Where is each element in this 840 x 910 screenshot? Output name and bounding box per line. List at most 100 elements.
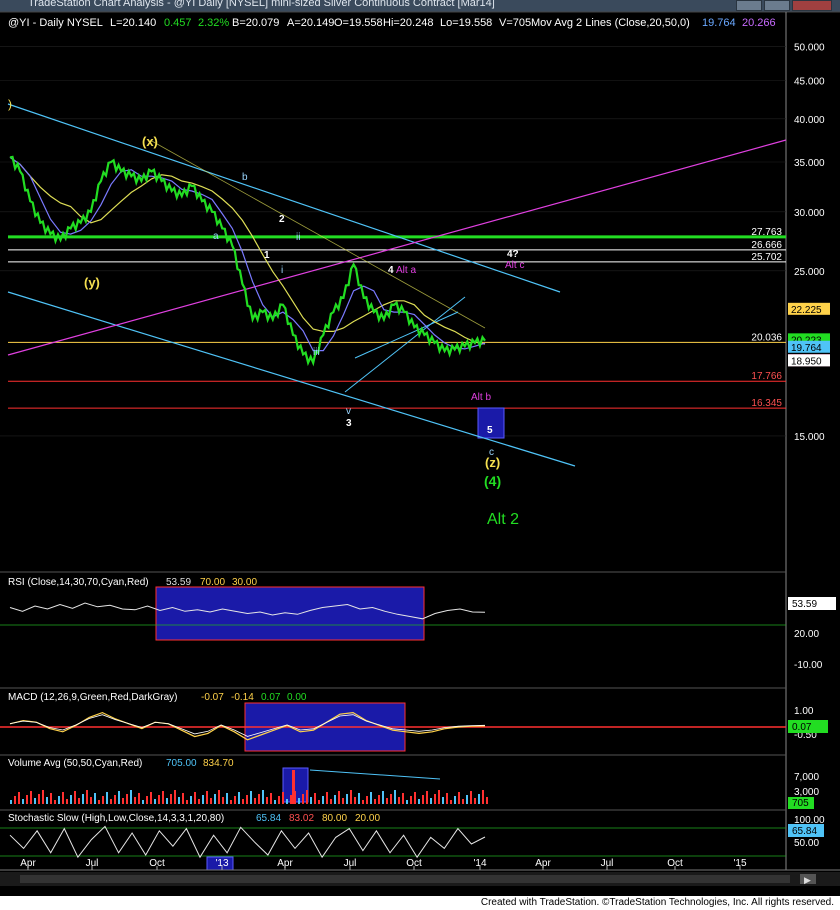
rsi-overbought: 70.00 [200, 577, 225, 588]
volume-bar [358, 793, 360, 804]
volume-bar [46, 797, 48, 804]
wave-label-ii: ii [296, 232, 300, 243]
wave-label-alt-c: Alt c [505, 260, 524, 271]
volume-bar [178, 797, 180, 804]
scroll-right-icon[interactable]: ▶ [804, 875, 811, 885]
wedge-top-line [149, 139, 486, 329]
header-ma50: 20.266 [742, 17, 776, 29]
volume-bar [18, 792, 20, 804]
volume-bar [54, 800, 56, 804]
price-ytick: 40.000 [794, 115, 825, 126]
volume-bar [210, 798, 212, 804]
volume-bar [122, 798, 124, 804]
stoch-k: 65.84 [256, 813, 281, 824]
price-ytick: 30.000 [794, 208, 825, 219]
macd-ytick-1: 1.00 [794, 706, 814, 717]
volume-bar [50, 793, 52, 804]
header-open: O=19.558 [334, 17, 383, 29]
volume-bar [38, 794, 40, 804]
volume-bar [26, 795, 28, 804]
price-level-label: 26.666 [751, 240, 782, 251]
scrollbar-track[interactable] [20, 875, 790, 883]
volume-bar [266, 797, 268, 804]
volume-bar [338, 791, 340, 804]
x-tick-label: Jul [601, 858, 614, 869]
volume-bar [486, 797, 488, 804]
volume-bar [234, 796, 236, 804]
volume-bar [474, 798, 476, 804]
rsi-oversold: 30.00 [232, 577, 257, 588]
chart-canvas[interactable]: @YI - Daily NYSEL L=20.140 0.457 2.32% B… [0, 0, 840, 896]
volume-bar [138, 793, 140, 804]
volume-bar [314, 793, 316, 804]
footer: Created with TradeStation. ©TradeStation… [0, 896, 840, 910]
volume-bar [58, 796, 60, 804]
volume-bar [458, 792, 460, 804]
macd-title: MACD (12,26,9,Green,Red,DarkGray) [8, 692, 178, 703]
volume-bar [34, 798, 36, 804]
volume-bar [454, 796, 456, 804]
volume-bar [162, 791, 164, 804]
volume-bar [246, 795, 248, 804]
volume-bar [282, 792, 284, 804]
price-level-tag-label: 18.950 [791, 356, 822, 367]
volume-bar [82, 794, 84, 804]
volume-title: Volume Avg (50,50,Cyan,Red) [8, 758, 142, 769]
volume-bar [310, 797, 312, 804]
stoch-ytick-50: 50.00 [794, 838, 819, 849]
volume-bar [466, 795, 468, 804]
wedge-line-b [354, 311, 459, 359]
stoch-upper: 80.00 [322, 813, 347, 824]
volume-bar [42, 790, 44, 804]
volume-bar [442, 797, 444, 804]
volume-bar [186, 800, 188, 804]
price-level-label: 20.036 [751, 332, 782, 343]
upper-channel-line [7, 103, 561, 293]
volume-bar [182, 793, 184, 804]
wave-label-1: 1 [264, 250, 270, 261]
volume-bar [326, 792, 328, 804]
price-ytick: 50.000 [794, 43, 825, 54]
volume-bar [10, 800, 12, 804]
volume-bar [106, 792, 108, 804]
header-last: L=20.140 [110, 17, 156, 29]
volume-spike-bar [292, 770, 295, 804]
volume-bar [434, 794, 436, 804]
volume-bar [470, 791, 472, 804]
wave-label-iii: iii [313, 347, 320, 358]
volume-bar [418, 799, 420, 804]
volume-bar [370, 792, 372, 804]
price-ytick: 45.000 [794, 77, 825, 88]
price-level-tags: 22.22520.22319.76418.95818.950 [788, 302, 830, 367]
volume-bar [258, 794, 260, 804]
volume-bar [146, 796, 148, 804]
volume-bar [118, 791, 120, 804]
volume-bar [130, 790, 132, 804]
x-tick-label: Oct [149, 858, 165, 869]
header-change-pct: 2.32% [198, 17, 229, 29]
header-study: Mov Avg 2 Lines (Close,20,50,0) [531, 17, 690, 29]
x-tick-label: '15 [733, 858, 746, 869]
volume-bar [390, 794, 392, 804]
volume-bar [230, 800, 232, 804]
volume-bar [254, 798, 256, 804]
wave-label-x: (x) [142, 134, 158, 149]
price-ytick: 15.000 [794, 432, 825, 443]
volume-bar [194, 792, 196, 804]
volume-bar [242, 799, 244, 804]
x-tick-label: '13 [215, 858, 228, 869]
header-change: 0.457 [164, 17, 192, 29]
volume-bar [206, 791, 208, 804]
volume-bar [250, 791, 252, 804]
ma20-path [9, 156, 486, 352]
stoch-d: 83.02 [289, 813, 314, 824]
stoch-series [9, 825, 486, 859]
volume-bar [198, 799, 200, 804]
volume-value: 705.00 [166, 758, 197, 769]
volume-bar [30, 791, 32, 804]
volume-bar [94, 793, 96, 804]
rsi-title: RSI (Close,14,30,70,Cyan,Red) [8, 577, 149, 588]
volume-ytick-7000: 7,000 [794, 772, 819, 783]
macd-current-value: 0.07 [792, 722, 812, 733]
price-level-label: 27.763 [751, 227, 782, 238]
